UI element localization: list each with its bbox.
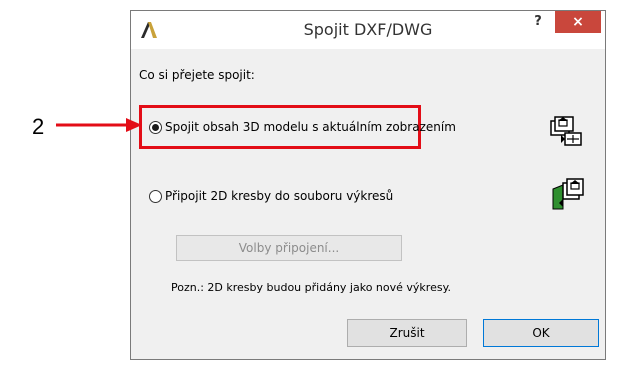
connection-options-button: Volby připojení...	[176, 235, 402, 261]
radio-merge-model-label: Spojit obsah 3D modelu s aktuálním zobra…	[165, 120, 456, 134]
radio-attach-drawings-label: Připojit 2D kresby do souboru výkresů	[165, 189, 394, 203]
help-button[interactable]: ?	[523, 11, 553, 35]
merge-model-icon	[550, 116, 582, 146]
radio-attach-drawings[interactable]: Připojit 2D kresby do souboru výkresů	[149, 186, 393, 206]
radio-attach-drawings-button[interactable]	[149, 189, 162, 203]
note-text: Pozn.: 2D kresby budou přidány jako nové…	[171, 281, 452, 294]
prompt-label: Co si přejete spojit:	[139, 68, 255, 82]
close-button[interactable]: ×	[555, 11, 601, 33]
merge-dxf-dwg-dialog: Spojit DXF/DWG ? × Co si přejete spojit:…	[130, 10, 606, 360]
title-bar[interactable]: Spojit DXF/DWG ? ×	[131, 11, 605, 49]
cancel-button[interactable]: Zrušit	[347, 319, 467, 347]
radio-merge-model-button[interactable]	[149, 120, 162, 134]
ok-button[interactable]: OK	[483, 319, 599, 347]
radio-merge-model[interactable]: Spojit obsah 3D modelu s aktuálním zobra…	[149, 117, 456, 137]
callout-arrow-icon	[56, 118, 142, 132]
attach-drawings-icon	[552, 178, 584, 210]
callout-number: 2	[32, 114, 45, 139]
